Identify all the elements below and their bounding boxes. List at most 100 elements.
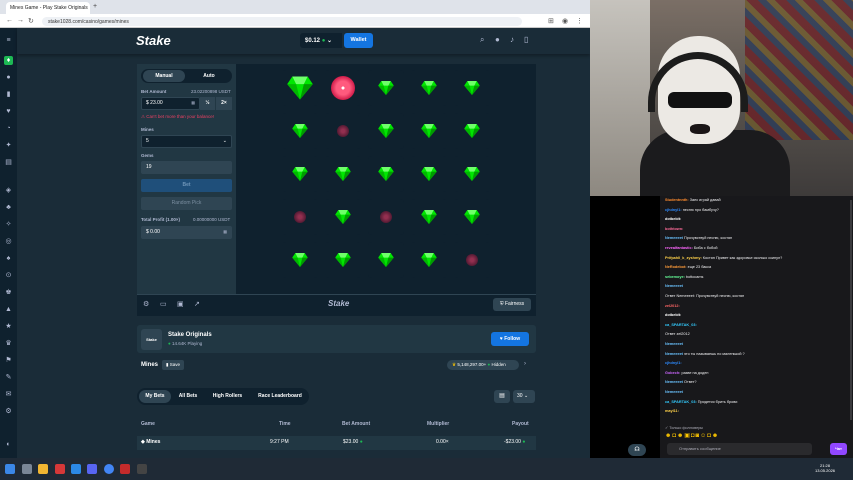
stats-icon[interactable]: ▣ xyxy=(177,300,184,308)
originals-icon[interactable]: ◈ xyxy=(4,186,13,195)
mines-select[interactable]: 5 ⌄ xyxy=(141,135,232,148)
double-button[interactable]: 2× xyxy=(216,97,232,110)
mine-tile[interactable] xyxy=(282,242,318,278)
live-casino-icon[interactable]: ✧ xyxy=(4,220,13,229)
file-explorer-icon[interactable] xyxy=(38,464,48,474)
table-games-icon[interactable]: ▲ xyxy=(4,305,13,314)
vip-icon[interactable]: ♛ xyxy=(4,339,13,348)
chat-username[interactable]: sebemoye: xyxy=(665,275,685,279)
chat-username[interactable]: revealfantastic: xyxy=(665,246,693,250)
chat-username[interactable]: cjhdnyl1: xyxy=(665,361,682,365)
sports-icon[interactable]: ● xyxy=(4,73,13,82)
follow-button[interactable]: ♥ Follow xyxy=(491,332,529,346)
mine-tile[interactable] xyxy=(368,199,404,235)
fairness-button[interactable]: ⛨ Fairness xyxy=(493,298,531,311)
mine-tile[interactable] xyxy=(454,156,490,192)
telegram-icon[interactable] xyxy=(71,464,81,474)
chat-username[interactable]: ca_SPARTAK_03: xyxy=(665,323,697,327)
chat-username[interactable]: Nemeeeet xyxy=(665,342,683,346)
auto-tab[interactable]: Auto xyxy=(188,70,230,82)
chat-input[interactable]: Отправить сообщение xyxy=(667,443,812,455)
manual-tab[interactable]: Manual xyxy=(143,70,185,82)
tab-high-rollers[interactable]: High Rollers xyxy=(205,390,250,403)
chat-username[interactable]: dotbebit: xyxy=(665,313,681,317)
chat-username[interactable]: Nemeeeet xyxy=(665,390,683,394)
save-button[interactable]: ▮ Save xyxy=(162,360,184,370)
blog-icon[interactable]: ✎ xyxy=(4,373,13,382)
mine-tile[interactable] xyxy=(325,113,361,149)
half-button[interactable]: ½ xyxy=(200,97,215,110)
chat-username[interactable]: mayl11: xyxy=(665,409,679,413)
mine-tile[interactable] xyxy=(411,242,447,278)
yandex-icon[interactable] xyxy=(55,464,65,474)
mine-tile[interactable] xyxy=(411,113,447,149)
profile-icon[interactable]: ◉ xyxy=(562,17,568,25)
chat-username[interactable]: Nemeeeet xyxy=(665,352,683,356)
row-game[interactable]: ◆ Mines xyxy=(141,439,160,445)
mine-tile[interactable] xyxy=(282,113,318,149)
chat-username[interactable]: Prifpahll_k_zyshmy: xyxy=(665,256,702,260)
mine-tile[interactable] xyxy=(411,156,447,192)
challenges-icon[interactable]: ✦ xyxy=(4,141,13,150)
game-shows-icon[interactable]: ◎ xyxy=(4,237,13,246)
affiliate-icon[interactable]: ⚑ xyxy=(4,356,13,365)
tab-my-bets[interactable]: My Bets xyxy=(139,390,171,403)
mine-tile[interactable] xyxy=(411,199,447,235)
theatre-icon[interactable]: ▭ xyxy=(160,300,167,308)
clock[interactable]: 21:28 13.05.2026 xyxy=(815,463,835,473)
forward-icon[interactable]: → xyxy=(17,17,24,24)
user-icon[interactable]: ● xyxy=(495,35,500,44)
chat-username[interactable]: Nemeeeet xyxy=(665,380,683,384)
chat-username[interactable]: bothtown: xyxy=(665,227,683,231)
discord-icon[interactable] xyxy=(87,464,97,474)
new-tab-button[interactable]: + xyxy=(93,3,97,10)
chat-scrollbar[interactable] xyxy=(850,200,852,420)
mine-tile[interactable] xyxy=(368,242,404,278)
emote-bar[interactable]: ☻◘☻▣◘◙☺◘☻ xyxy=(665,432,719,439)
browser-tab[interactable]: Mines Game - Play Stake Originals xyxy=(6,2,90,14)
slots-icon[interactable]: ♣ xyxy=(4,203,13,212)
back-icon[interactable]: ← xyxy=(6,17,13,24)
mine-tile[interactable] xyxy=(325,70,361,106)
menu-icon[interactable]: ⋮ xyxy=(576,17,583,25)
tab-race-leaderboard[interactable]: Race Leaderboard xyxy=(252,390,308,403)
app-icon[interactable] xyxy=(120,464,130,474)
mine-tile[interactable] xyxy=(282,156,318,192)
recent-icon[interactable]: ◔ xyxy=(4,124,13,133)
chat-toggle-icon[interactable]: ▯ xyxy=(524,35,528,44)
chevron-right-icon[interactable]: › xyxy=(524,361,526,367)
total-bets-badge[interactable]: ♛ 5,148,297.00+ ● Hidden xyxy=(447,360,519,370)
mine-tile[interactable] xyxy=(454,242,490,278)
chrome-icon[interactable] xyxy=(104,464,114,474)
chat-username[interactable]: ca_SPARTAK_03: xyxy=(665,400,697,404)
mine-tile[interactable] xyxy=(325,156,361,192)
mine-tile[interactable] xyxy=(282,199,318,235)
provider-name[interactable]: Stake Originals xyxy=(168,332,212,338)
menu-icon[interactable]: ≡ xyxy=(4,36,13,45)
mine-tile[interactable] xyxy=(454,113,490,149)
bet-amount-input[interactable]: $ 23.00 ▦ xyxy=(141,97,200,110)
reload-icon[interactable]: ↻ xyxy=(28,17,34,25)
support-chat-icon[interactable]: ☊ xyxy=(628,444,646,456)
balance-display[interactable]: $0.12 ● ⌄ xyxy=(300,33,342,48)
settings-icon[interactable]: ⚙ xyxy=(143,300,149,308)
poker-icon[interactable]: ♚ xyxy=(4,288,13,297)
chat-username[interactable]: Studentnnth: xyxy=(665,198,689,202)
mine-tile[interactable] xyxy=(325,242,361,278)
chat-username[interactable]: cjhdnyl1: xyxy=(665,208,682,212)
bet-button[interactable]: Bet xyxy=(141,179,232,192)
mine-tile[interactable] xyxy=(282,70,318,106)
mine-tile[interactable] xyxy=(411,70,447,106)
tab-all-bets[interactable]: All Bets xyxy=(173,390,203,403)
favorites-icon[interactable]: ♥ xyxy=(4,107,13,116)
stake-logo[interactable]: Stake xyxy=(136,33,171,48)
chat-username[interactable]: dotbebit: xyxy=(665,217,681,221)
search-icon[interactable] xyxy=(22,464,32,474)
popout-icon[interactable]: ↗ xyxy=(194,300,200,308)
chat-username[interactable]: zel2012: xyxy=(665,304,680,308)
mine-tile[interactable] xyxy=(368,113,404,149)
language-icon[interactable]: ◐ xyxy=(4,440,13,449)
sponsorship-icon[interactable]: ⚙ xyxy=(4,407,13,416)
table-row[interactable]: ◆ Mines 9:27 PM $23.00 ● 0.00× -$23.00 ● xyxy=(137,436,536,450)
start-icon[interactable] xyxy=(5,464,15,474)
